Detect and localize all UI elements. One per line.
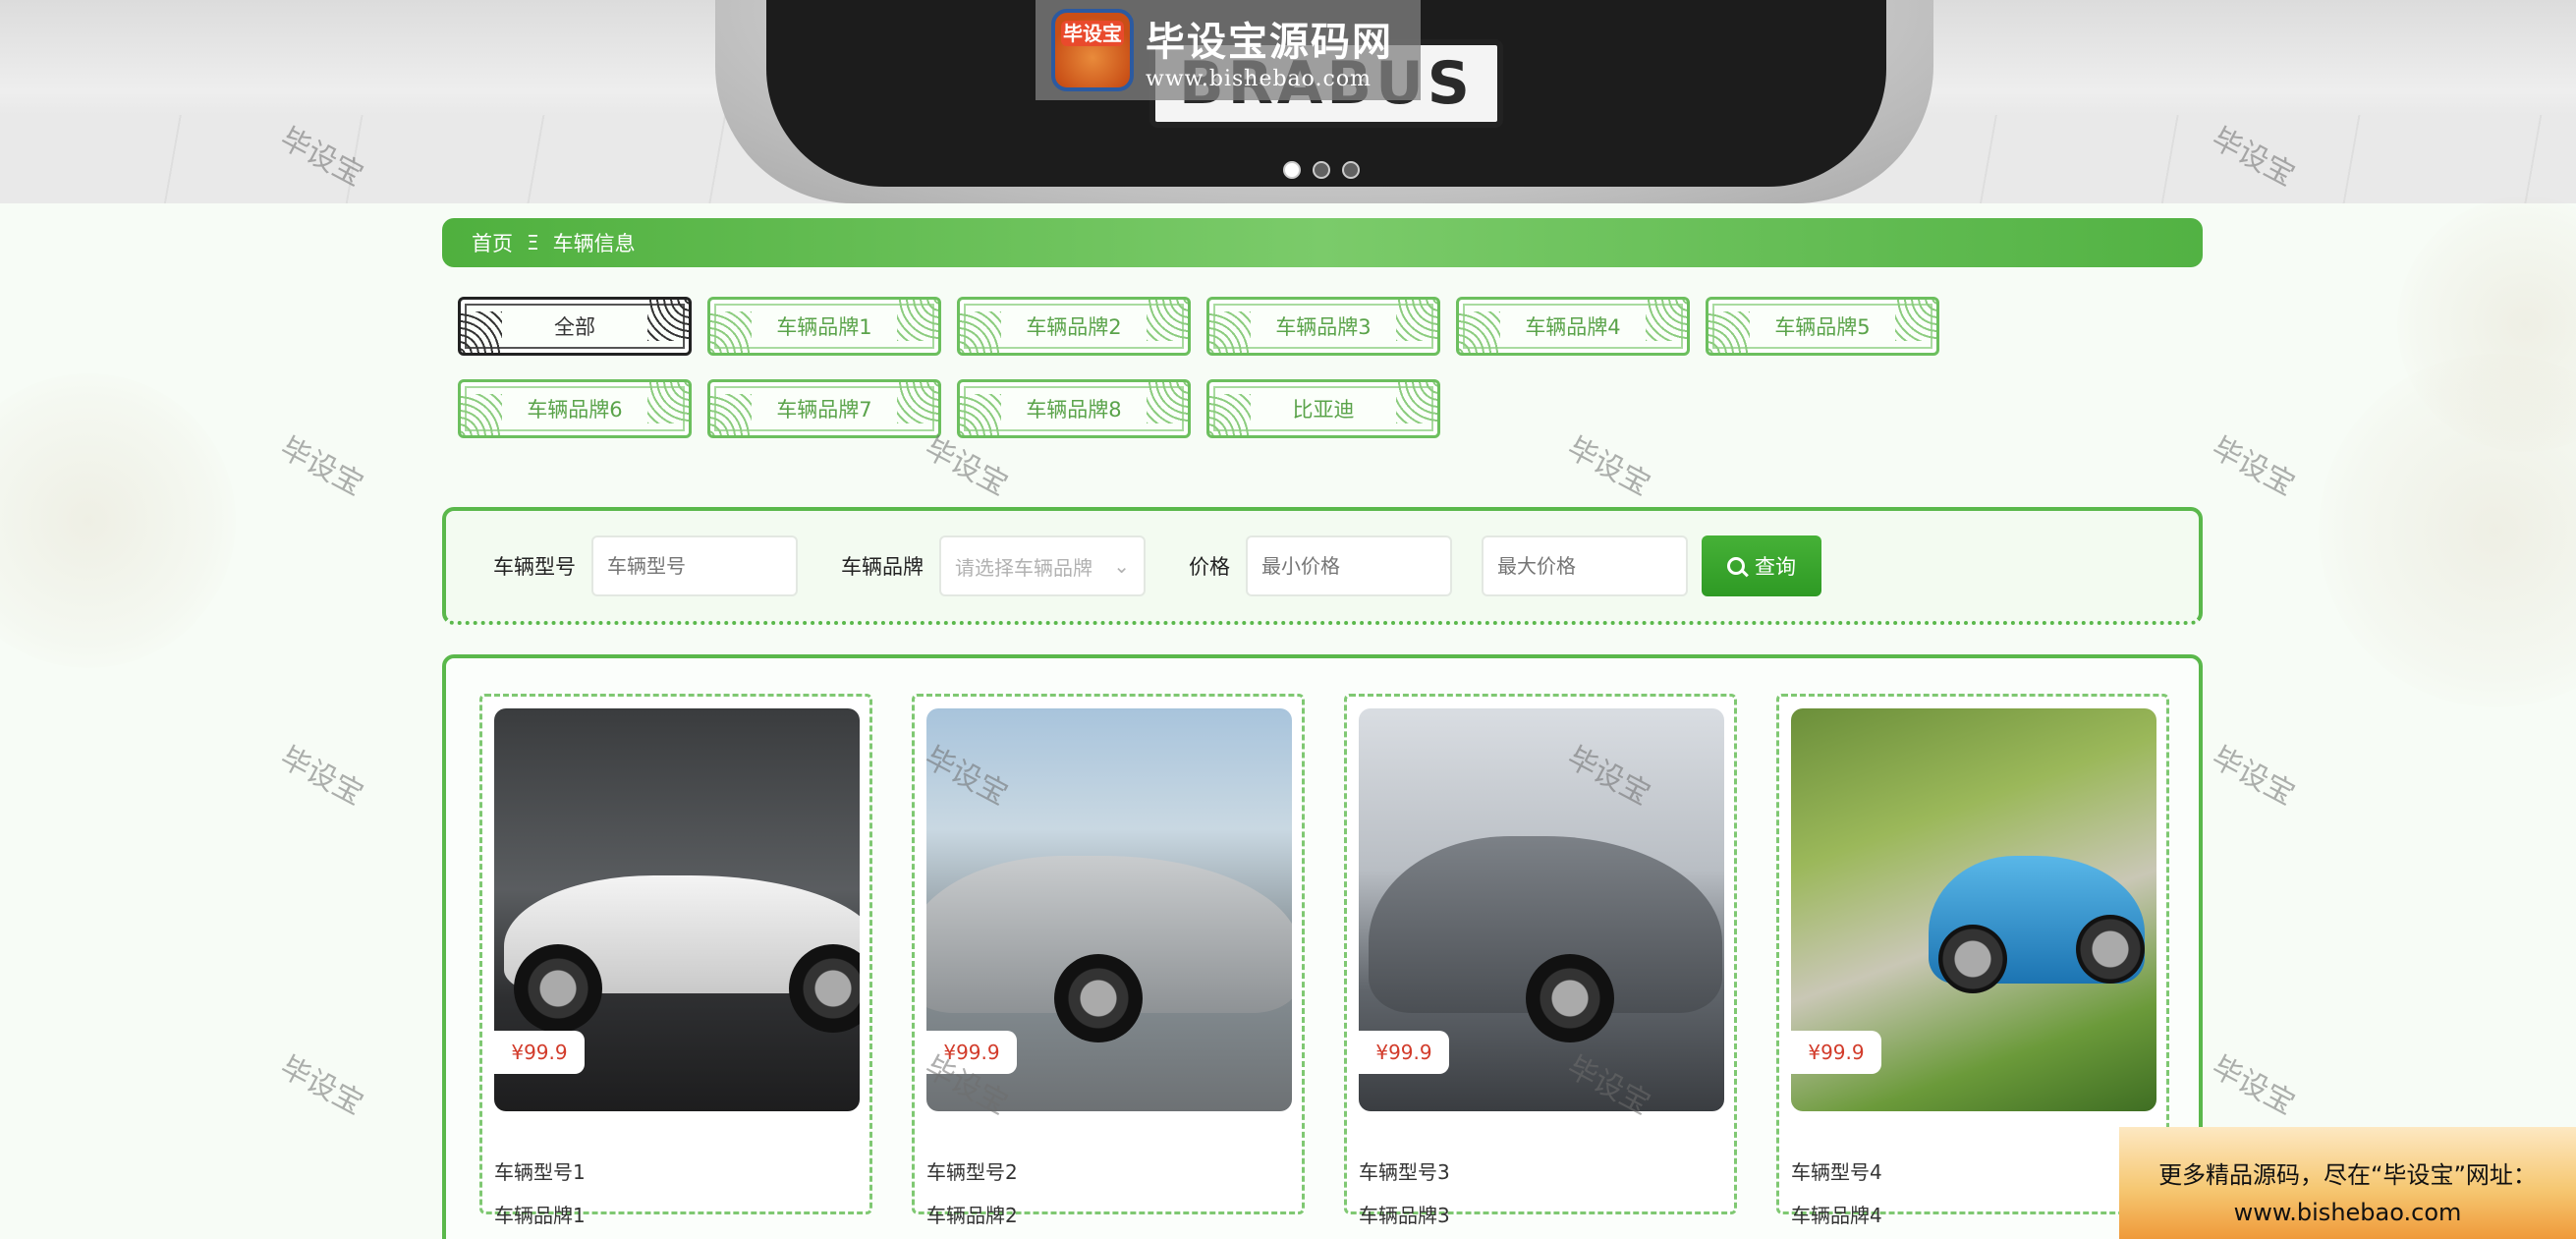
promo-line-1: 更多精品源码，尽在“毕设宝”网址： — [2158, 1161, 2537, 1189]
watermark: 毕设宝 — [274, 740, 369, 813]
hero-carousel[interactable]: BRABUS 毕设宝 毕设宝源码网 www.bishebao.com — [0, 0, 2576, 203]
car-price: ¥99.9 — [1791, 1031, 1881, 1074]
logo-seal-text: 毕设宝 — [1061, 21, 1124, 46]
brand-chip-all[interactable]: 全部 — [458, 297, 692, 356]
brand-chip-6[interactable]: 车辆品牌6 — [458, 379, 692, 438]
car-model: 车辆型号1 — [494, 1160, 586, 1184]
car-price: ¥99.9 — [1359, 1031, 1449, 1074]
site-logo[interactable]: 毕设宝 毕设宝源码网 www.bishebao.com — [1036, 0, 1421, 100]
watermark: 毕设宝 — [274, 1049, 369, 1122]
carousel-dot-3[interactable] — [1342, 161, 1360, 179]
logo-seal-icon: 毕设宝 — [1051, 9, 1134, 91]
brand-chip-8[interactable]: 车辆品牌8 — [957, 379, 1191, 438]
chevron-down-icon: ⌄ — [1113, 554, 1130, 578]
car-card[interactable]: ¥99.9 车辆型号3 车辆品牌3 — [1344, 694, 1737, 1227]
car-wheel — [1054, 954, 1143, 1042]
brand-label: 车辆品牌 — [841, 555, 924, 579]
car-model: 车辆型号2 — [926, 1160, 1018, 1184]
brand-chip-5[interactable]: 车辆品牌5 — [1706, 297, 1939, 356]
car-card[interactable]: ¥99.9 车辆型号4 车辆品牌4 — [1776, 694, 2169, 1227]
search-bar: 车辆型号 车辆品牌 请选择车辆品牌 ⌄ 价格 查询 — [442, 507, 2203, 625]
car-model: 车辆型号3 — [1359, 1160, 1450, 1184]
brand-chip-3[interactable]: 车辆品牌3 — [1206, 297, 1440, 356]
watermark: 毕设宝 — [274, 430, 369, 503]
min-price-input[interactable] — [1246, 535, 1452, 596]
decorative-flower-left — [0, 373, 236, 668]
watermark: 毕设宝 — [2206, 430, 2301, 503]
breadcrumb-current: 车辆信息 — [552, 232, 636, 255]
promo-line-2: www.bishebao.com — [2233, 1199, 2462, 1226]
car-list: ¥99.9 车辆型号1 车辆品牌1 ¥99.9 车辆型号2 车辆品牌2 ¥99.… — [442, 654, 2203, 1239]
car-wheel — [2076, 915, 2145, 984]
car-price: ¥99.9 — [494, 1031, 585, 1074]
car-wheel — [514, 944, 602, 1033]
breadcrumb: 首页 Ξ 车辆信息 — [442, 218, 2203, 267]
car-card[interactable]: ¥99.9 车辆型号1 车辆品牌1 — [479, 694, 872, 1227]
brand-chip-byd[interactable]: 比亚迪 — [1206, 379, 1440, 438]
logo-title: 毕设宝源码网 — [1146, 19, 1393, 65]
car-model: 车辆型号4 — [1791, 1160, 1882, 1184]
price-label: 价格 — [1189, 555, 1230, 579]
carousel-dot-2[interactable] — [1313, 161, 1330, 179]
model-label: 车辆型号 — [493, 555, 576, 579]
car-brand: 车辆品牌4 — [1791, 1204, 1882, 1227]
search-icon — [1727, 557, 1745, 575]
car-wheel — [1938, 925, 2007, 993]
breadcrumb-separator-icon: Ξ — [527, 231, 539, 254]
car-brand: 车辆品牌3 — [1359, 1204, 1450, 1227]
brand-chip-7[interactable]: 车辆品牌7 — [707, 379, 941, 438]
watermark: 毕设宝 — [2206, 1049, 2301, 1122]
decorative-flower-right — [2319, 354, 2576, 707]
car-price: ¥99.9 — [926, 1031, 1017, 1074]
model-input[interactable] — [591, 535, 798, 596]
watermark: 毕设宝 — [2206, 740, 2301, 813]
brand-chip-4[interactable]: 车辆品牌4 — [1456, 297, 1690, 356]
car-wheel — [1526, 954, 1614, 1042]
promo-banner[interactable]: 更多精品源码，尽在“毕设宝”网址： www.bishebao.com — [2119, 1127, 2576, 1239]
max-price-input[interactable] — [1482, 535, 1688, 596]
car-brand: 车辆品牌1 — [494, 1204, 586, 1227]
search-button[interactable]: 查询 — [1702, 535, 1821, 596]
logo-url: www.bishebao.com — [1146, 66, 1372, 91]
watermark: 毕设宝 — [1561, 430, 1656, 503]
car-brand: 车辆品牌2 — [926, 1204, 1018, 1227]
brand-chip-1[interactable]: 车辆品牌1 — [707, 297, 941, 356]
carousel-dots — [1283, 161, 1360, 179]
car-card[interactable]: ¥99.9 车辆型号2 车辆品牌2 — [912, 694, 1305, 1227]
carousel-dot-1[interactable] — [1283, 161, 1301, 179]
brand-select[interactable]: 请选择车辆品牌 ⌄ — [939, 535, 1146, 596]
search-button-label: 查询 — [1755, 555, 1796, 579]
brand-select-placeholder: 请选择车辆品牌 — [955, 555, 1092, 580]
breadcrumb-home[interactable]: 首页 — [472, 228, 513, 257]
brand-chip-2[interactable]: 车辆品牌2 — [957, 297, 1191, 356]
